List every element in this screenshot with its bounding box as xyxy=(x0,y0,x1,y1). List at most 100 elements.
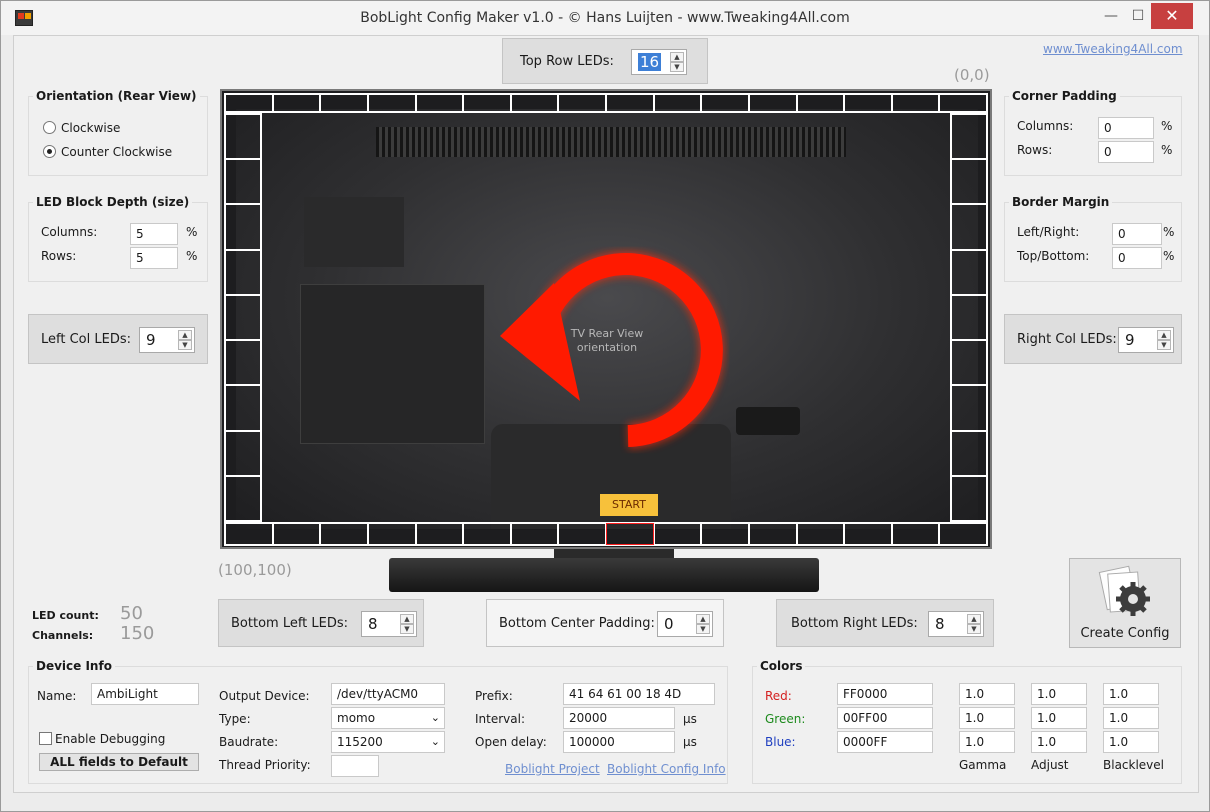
blue-adjust-input[interactable]: 1.0 xyxy=(1031,731,1087,753)
spin-down-icon[interactable]: ▼ xyxy=(967,624,981,634)
baudrate-select[interactable]: 115200 ⌄ xyxy=(331,731,445,753)
corner-padding-title: Corner Padding xyxy=(1009,89,1120,103)
block-columns-input[interactable]: 5 xyxy=(130,223,178,245)
baudrate-value: 115200 xyxy=(337,735,383,749)
left-led-cell xyxy=(225,430,261,476)
led-count-label: LED count: xyxy=(32,609,99,622)
red-adjust-input[interactable]: 1.0 xyxy=(1031,683,1087,705)
corner-rows-input[interactable]: 0 xyxy=(1098,141,1154,163)
green-input[interactable]: 00FF00 xyxy=(837,707,933,729)
bottom-led-cell xyxy=(701,523,749,545)
counter-clockwise-label[interactable]: Counter Clockwise xyxy=(61,145,172,159)
blue-gamma-input[interactable]: 1.0 xyxy=(959,731,1015,753)
blue-input[interactable]: 0000FF xyxy=(837,731,933,753)
debug-checkbox[interactable] xyxy=(39,732,52,745)
default-button[interactable]: ALL fields to Default xyxy=(39,753,199,771)
corner-columns-input[interactable]: 0 xyxy=(1098,117,1154,139)
left-led-strip xyxy=(224,113,262,522)
spin-down-icon[interactable]: ▼ xyxy=(670,62,684,72)
green-adjust-input[interactable]: 1.0 xyxy=(1031,707,1087,729)
boblight-config-info-link[interactable]: Boblight Config Info xyxy=(607,762,726,776)
boblight-project-link[interactable]: Boblight Project xyxy=(505,762,600,776)
right-led-cell xyxy=(951,114,987,160)
top-bottom-input[interactable]: 0 xyxy=(1112,247,1162,269)
red-gamma-input[interactable]: 1.0 xyxy=(959,683,1015,705)
bottom-left-panel: Bottom Left LEDs: 8 ▲ ▼ xyxy=(218,599,424,647)
bottom-right-spinner[interactable]: 8 ▲ ▼ xyxy=(928,611,984,637)
output-device-input[interactable]: /dev/ttyACM0 xyxy=(331,683,445,705)
tweaking4all-link[interactable]: www.Tweaking4All.com xyxy=(1043,42,1183,56)
bottom-center-value[interactable]: 0 xyxy=(664,615,674,633)
top-led-cell xyxy=(701,94,749,112)
bottom-led-cell xyxy=(939,523,987,545)
create-config-button[interactable]: Create Config xyxy=(1069,558,1181,648)
clockwise-label[interactable]: Clockwise xyxy=(61,121,120,135)
create-config-label[interactable]: Create Config xyxy=(1070,626,1180,641)
type-select[interactable]: momo ⌄ xyxy=(331,707,445,729)
counter-clockwise-radio[interactable] xyxy=(43,145,56,158)
left-right-input[interactable]: 0 xyxy=(1112,223,1162,245)
tv-rear-view: TV Rear View orientation xyxy=(220,89,992,549)
interval-input[interactable]: 20000 xyxy=(563,707,675,729)
top-row-value[interactable]: 16 xyxy=(638,53,662,71)
green-blacklevel-input[interactable]: 1.0 xyxy=(1103,707,1159,729)
left-col-spinner[interactable]: 9 ▲ ▼ xyxy=(139,327,195,353)
spin-down-icon[interactable]: ▼ xyxy=(400,624,414,634)
right-led-cell xyxy=(951,294,987,341)
close-button[interactable]: ✕ xyxy=(1151,3,1193,29)
spin-up-icon[interactable]: ▲ xyxy=(1157,330,1171,340)
app-window: BobLight Config Maker v1.0 - © Hans Luij… xyxy=(0,0,1210,812)
green-gamma-input[interactable]: 1.0 xyxy=(959,707,1015,729)
spin-down-icon[interactable]: ▼ xyxy=(178,340,192,350)
top-led-cell xyxy=(558,94,606,112)
channels-value: 150 xyxy=(120,623,155,644)
clockwise-radio[interactable] xyxy=(43,121,56,134)
block-rows-label: Rows: xyxy=(41,249,77,263)
bottom-center-spinner[interactable]: 0 ▲ ▼ xyxy=(657,611,713,637)
spin-up-icon[interactable]: ▲ xyxy=(400,614,414,624)
interval-unit: µs xyxy=(683,712,697,726)
left-led-cell xyxy=(225,340,261,386)
label-plate xyxy=(304,197,404,267)
bottom-center-panel: Bottom Center Padding: 0 ▲ ▼ xyxy=(486,599,724,647)
open-delay-input[interactable]: 100000 xyxy=(563,731,675,753)
percent-label: % xyxy=(186,249,198,263)
left-led-cell xyxy=(225,294,261,341)
top-led-cell xyxy=(510,94,559,112)
spin-up-icon[interactable]: ▲ xyxy=(967,614,981,624)
bottom-led-cell xyxy=(463,523,511,545)
bottom-left-value[interactable]: 8 xyxy=(368,615,378,633)
debug-label[interactable]: Enable Debugging xyxy=(55,732,165,746)
left-col-panel: Left Col LEDs: 9 ▲ ▼ xyxy=(28,314,208,364)
prefix-input[interactable]: 41 64 61 00 18 4D xyxy=(563,683,715,705)
device-info-group: Device Info Name: AmbiLight Enable Debug… xyxy=(28,659,728,784)
bottom-left-coord: (100,100) xyxy=(218,561,292,579)
spin-up-icon[interactable]: ▲ xyxy=(670,52,684,62)
prefix-label: Prefix: xyxy=(475,689,513,703)
bottom-right-value[interactable]: 8 xyxy=(935,615,945,633)
right-col-value[interactable]: 9 xyxy=(1125,331,1135,349)
border-margin-group: Border Margin Left/Right: 0 % Top/Bottom… xyxy=(1004,195,1182,282)
spin-down-icon[interactable]: ▼ xyxy=(696,624,710,634)
bottom-led-cell xyxy=(606,523,654,545)
right-led-cell xyxy=(951,385,987,431)
name-input[interactable]: AmbiLight xyxy=(91,683,199,705)
bottom-left-spinner[interactable]: 8 ▲ ▼ xyxy=(361,611,417,637)
bottom-led-cell xyxy=(320,523,368,545)
orientation-group: Orientation (Rear View) Clockwise Counte… xyxy=(28,89,208,176)
baudrate-label: Baudrate: xyxy=(219,735,279,749)
thread-priority-input[interactable] xyxy=(331,755,379,777)
spin-up-icon[interactable]: ▲ xyxy=(178,330,192,340)
top-led-cell xyxy=(891,94,940,112)
blue-blacklevel-input[interactable]: 1.0 xyxy=(1103,731,1159,753)
red-blacklevel-input[interactable]: 1.0 xyxy=(1103,683,1159,705)
red-input[interactable]: FF0000 xyxy=(837,683,933,705)
spin-up-icon[interactable]: ▲ xyxy=(696,614,710,624)
spin-down-icon[interactable]: ▼ xyxy=(1157,340,1171,350)
left-col-value[interactable]: 9 xyxy=(146,331,156,349)
block-rows-input[interactable]: 5 xyxy=(130,247,178,269)
adjust-label: Adjust xyxy=(1031,758,1069,772)
top-led-cell xyxy=(748,94,797,112)
right-col-spinner[interactable]: 9 ▲ ▼ xyxy=(1118,327,1174,353)
top-row-spinner[interactable]: 16 ▲ ▼ xyxy=(631,49,687,75)
